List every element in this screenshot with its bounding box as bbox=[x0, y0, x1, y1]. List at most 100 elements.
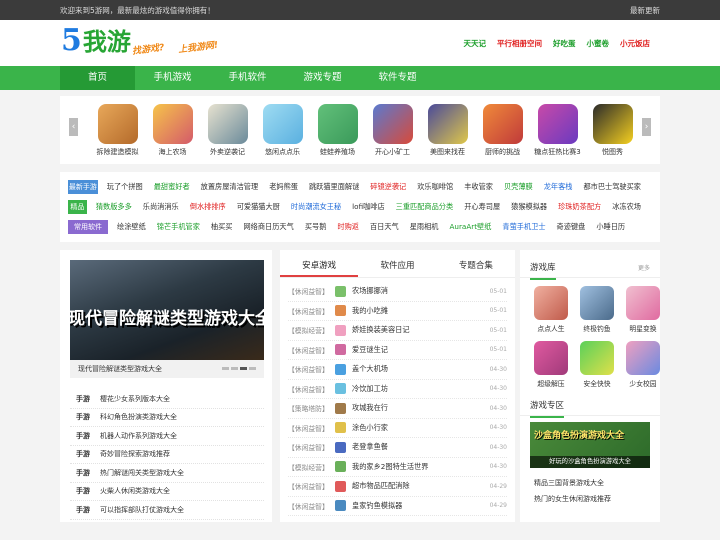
library-item[interactable]: 安全快快 bbox=[576, 341, 618, 388]
news-title: 娇娃换装美容日记 bbox=[352, 325, 410, 335]
game-card[interactable]: 拆除建造模拟 bbox=[90, 104, 145, 157]
nav-item[interactable]: 手机游戏 bbox=[135, 66, 210, 90]
carousel-next-icon[interactable]: › bbox=[642, 118, 651, 136]
tag-link[interactable]: 放置房屋清洁管理 bbox=[201, 182, 259, 192]
tag-link[interactable]: 网络商日历天气 bbox=[243, 222, 293, 232]
tag-link[interactable]: 锦芒手机管家 bbox=[157, 222, 200, 232]
library-item[interactable]: 终极钓鱼 bbox=[576, 286, 618, 333]
tag-link[interactable]: 乐尚消消乐 bbox=[143, 202, 179, 212]
tag-link[interactable]: 丰收管家 bbox=[464, 182, 493, 192]
site-logo[interactable]: 5 我游 bbox=[61, 26, 131, 56]
game-card[interactable]: 悦图秀 bbox=[585, 104, 640, 157]
tag-link[interactable]: 玩了个拼图 bbox=[107, 182, 143, 192]
game-card[interactable]: 糖点狂热比赛3 bbox=[530, 104, 585, 157]
tag-link[interactable]: 猜数版多多 bbox=[96, 202, 132, 212]
game-icon bbox=[537, 104, 578, 144]
game-card[interactable]: 蛙蛙养殖场 bbox=[310, 104, 365, 157]
nav-item[interactable]: 首页 bbox=[60, 66, 135, 90]
zone-item[interactable]: 精品三国背景游戏大全 bbox=[520, 474, 660, 490]
news-row[interactable]: 【模拟经营】 娇娃换装美容日记 05-01 bbox=[288, 321, 507, 341]
news-row[interactable]: 【模拟经营】 我的家乡2图特生活世界 04-30 bbox=[288, 458, 507, 477]
news-row[interactable]: 【休闲益智】 我的小吃摊 05-01 bbox=[288, 302, 507, 321]
news-row[interactable]: 【休闲益智】 涂色小行家 04-30 bbox=[288, 419, 507, 438]
topic-item[interactable]: 手游 机器人动作系列游戏大全 bbox=[70, 427, 264, 446]
zone-title: 游戏专区 bbox=[530, 396, 565, 418]
zone-banner[interactable]: 沙盒角色扮演游戏大全 好玩的沙盒角色扮演游戏大全 bbox=[530, 422, 650, 468]
game-card[interactable]: 开心小矿工 bbox=[365, 104, 420, 157]
hot-link[interactable]: 好吃蛋 bbox=[553, 38, 576, 49]
tag-link[interactable]: 都市巴士驾驶买家 bbox=[583, 182, 641, 192]
news-row[interactable]: 【休闲益智】 爱豆谜生记 05-01 bbox=[288, 341, 507, 360]
zone-item[interactable]: 热门的女生休闲游戏推荐 bbox=[520, 490, 660, 506]
topic-prefix: 手游 bbox=[76, 505, 90, 514]
tag-link[interactable]: 买号鹅 bbox=[305, 222, 327, 232]
game-card[interactable]: 美图来找茬 bbox=[420, 104, 475, 157]
game-icon bbox=[152, 104, 193, 144]
news-row[interactable]: 【休闲益智】 农场挪挪消 05-01 bbox=[288, 282, 507, 302]
nav-item[interactable]: 软件专题 bbox=[360, 66, 435, 90]
topic-item[interactable]: 手游 火柴人休闲类游戏大全 bbox=[70, 483, 264, 501]
library-item[interactable]: 少女校园 bbox=[622, 341, 664, 388]
tag-link[interactable]: 开心寿司屋 bbox=[464, 202, 500, 212]
news-row[interactable]: 【休闲益智】 盖个大机场 04-30 bbox=[288, 360, 507, 380]
topic-item[interactable]: 手游 奇妙冒险探索游戏推荐 bbox=[70, 446, 264, 464]
library-more-link[interactable]: 更多 bbox=[638, 259, 650, 279]
news-row[interactable]: 【休闲益智】 老登拿鱼餐 04-30 bbox=[288, 438, 507, 458]
news-tab[interactable]: 软件应用 bbox=[358, 256, 436, 277]
hot-link[interactable]: 天天记 bbox=[464, 38, 487, 49]
topic-item[interactable]: 手游 热门解谜闯关类型游戏大全 bbox=[70, 464, 264, 483]
tag-link[interactable]: 可爱猫猫大厨 bbox=[237, 202, 280, 212]
tag-link[interactable]: 猿猴模拟器 bbox=[511, 202, 547, 212]
library-name: 终极钓鱼 bbox=[583, 325, 611, 333]
topic-item[interactable]: 手游 可以指挥部队打仗游戏大全 bbox=[70, 501, 264, 520]
hot-link[interactable]: 小元饭店 bbox=[620, 38, 650, 49]
library-item[interactable]: 明星变换 bbox=[622, 286, 664, 333]
carousel-prev-icon[interactable]: ‹ bbox=[69, 118, 78, 136]
hot-link[interactable]: 小蜜卷 bbox=[587, 38, 610, 49]
library-item[interactable]: 点点人生 bbox=[530, 286, 572, 333]
nav-item[interactable]: 游戏专题 bbox=[285, 66, 360, 90]
tag-link[interactable]: 跳跃猫里面解谜 bbox=[309, 182, 359, 192]
tag-link[interactable]: 老妈熊蛋 bbox=[269, 182, 298, 192]
tag-link[interactable]: 青萤手机卫士 bbox=[502, 222, 545, 232]
game-icon bbox=[262, 104, 303, 144]
tag-link[interactable]: 百日天气 bbox=[370, 222, 399, 232]
tag-link[interactable]: 时尚潮流女王秘 bbox=[291, 202, 341, 212]
tag-link[interactable]: 奇迹键盘 bbox=[557, 222, 586, 232]
game-card[interactable]: 海上农场 bbox=[145, 104, 200, 157]
banner-caption[interactable]: 现代冒险解谜类型游戏大全 bbox=[70, 360, 264, 378]
tag-link[interactable]: lofi咖啡店 bbox=[352, 202, 385, 212]
news-tab[interactable]: 安卓游戏 bbox=[280, 256, 359, 277]
news-tab[interactable]: 专题合集 bbox=[437, 256, 515, 277]
news-row[interactable]: 【休闲益智】 冷饮加工坊 04-30 bbox=[288, 380, 507, 399]
nav-item[interactable]: 手机软件 bbox=[210, 66, 285, 90]
tag-link[interactable]: 柚买买 bbox=[211, 222, 233, 232]
game-card[interactable]: 厨师的挑战 bbox=[475, 104, 530, 157]
tag-link[interactable]: 倒水排排序 bbox=[190, 202, 226, 212]
news-row[interactable]: 【休闲益智】 皇家钓鱼模拟器 04-29 bbox=[288, 497, 507, 516]
game-card[interactable]: 外卖逆袭记 bbox=[200, 104, 255, 157]
news-row[interactable]: 【策略塔防】 攻城我在行 04-30 bbox=[288, 399, 507, 419]
news-row[interactable]: 【休闲益智】 超市物品匹配消除 04-29 bbox=[288, 477, 507, 497]
latest-updates-link[interactable]: 最新更新 bbox=[630, 5, 660, 16]
tag-link[interactable]: 龙年客栈 bbox=[544, 182, 573, 192]
topic-banner[interactable]: 现代冒险解谜类型游戏大全 bbox=[70, 260, 264, 360]
tag-link[interactable]: 小睡日历 bbox=[596, 222, 625, 232]
tag-link[interactable]: AuraArt壁纸 bbox=[450, 222, 492, 232]
news-category: 【模拟经营】 bbox=[288, 463, 329, 472]
library-item[interactable]: 超级解压 bbox=[530, 341, 572, 388]
tag-link[interactable]: 碎镜逆袭记 bbox=[370, 182, 406, 192]
tag-link[interactable]: 最甜蜜好者 bbox=[154, 182, 190, 192]
tag-link[interactable]: 欢乐咖啡馆 bbox=[417, 182, 453, 192]
game-card[interactable]: 悠闲点点乐 bbox=[255, 104, 310, 157]
tag-link[interactable]: 冰冻农场 bbox=[612, 202, 641, 212]
tag-link[interactable]: 三重匹配商品分类 bbox=[396, 202, 454, 212]
topic-item[interactable]: 手游 樱花少女系列版本大全 bbox=[70, 390, 264, 409]
tag-link[interactable]: 时购返 bbox=[337, 222, 359, 232]
tag-link[interactable]: 星雨相机 bbox=[410, 222, 439, 232]
tag-link[interactable]: 贝壳薄膜 bbox=[504, 182, 533, 192]
hot-link[interactable]: 平行相册空间 bbox=[497, 38, 542, 49]
topic-item[interactable]: 手游 科幻角色扮演类游戏大全 bbox=[70, 409, 264, 427]
tag-link[interactable]: 绘涂壁纸 bbox=[117, 222, 146, 232]
tag-link[interactable]: 珍珠奶茶配方 bbox=[558, 202, 601, 212]
